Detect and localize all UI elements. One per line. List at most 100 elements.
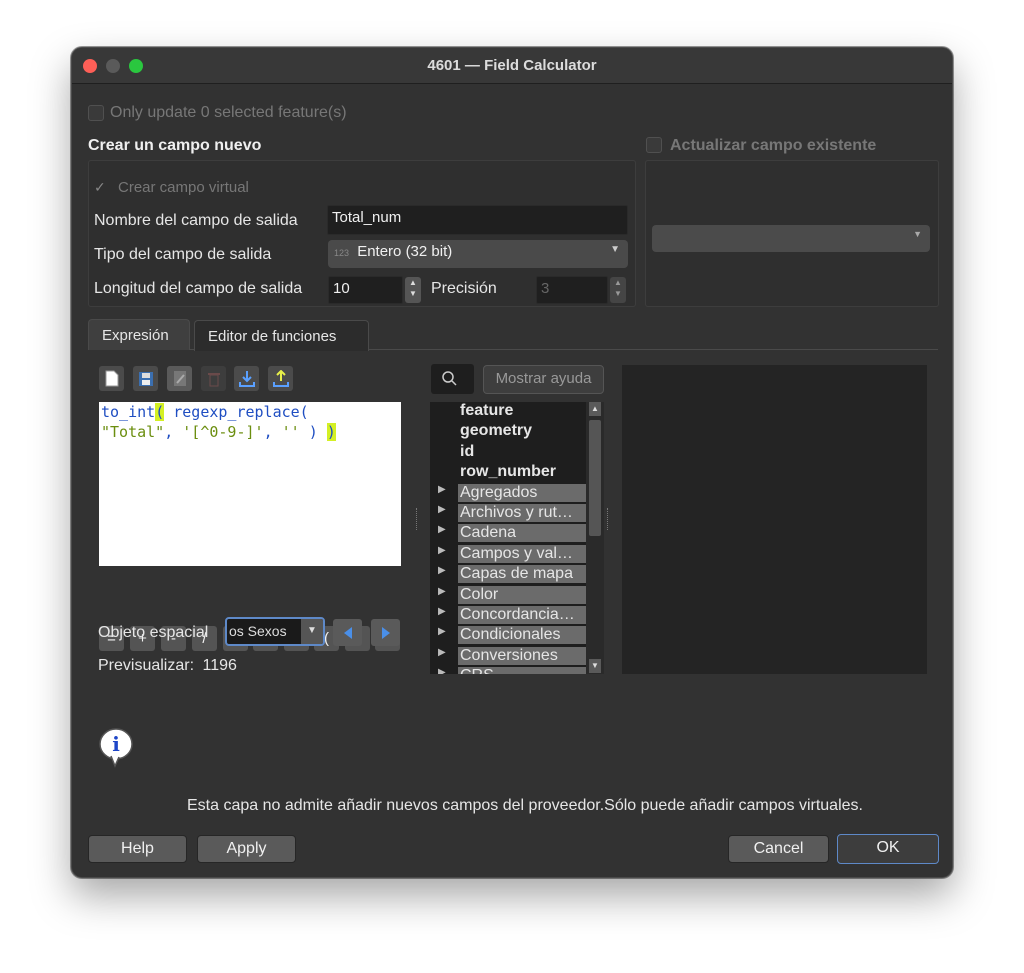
feature-select-value: os Sexos [229, 623, 287, 639]
chevron-down-icon: ▼ [610, 244, 620, 255]
scroll-down-arrow[interactable]: ▼ [589, 659, 601, 673]
expand-arrow-icon[interactable]: ▶ [438, 545, 446, 556]
tree-item-label: id [460, 442, 475, 460]
expand-arrow-icon[interactable]: ▶ [438, 565, 446, 576]
output-name-input[interactable]: Total_num [327, 205, 628, 235]
chevron-down-icon: ▼ [913, 229, 922, 239]
check-mark-icon: ✓ [94, 179, 106, 195]
tree-group-item[interactable]: ▶ Archivos y rut… [430, 504, 586, 524]
expand-arrow-icon[interactable]: ▶ [438, 626, 446, 637]
expand-arrow-icon[interactable]: ▶ [438, 484, 446, 495]
feature-label: Objeto espacial [98, 624, 209, 641]
help-panel [622, 365, 927, 674]
tree-group-item[interactable]: ▶ Color [430, 585, 586, 606]
output-length-label: Longitud del campo de salida [94, 280, 303, 297]
chevron-down-icon: ▼ [301, 619, 323, 644]
preview-label: Previsualizar: [98, 657, 195, 674]
svg-text:i: i [112, 732, 120, 756]
tree-group-item[interactable]: ▶ Cadena [430, 524, 586, 544]
tree-group-item[interactable]: ▶ CRS [430, 667, 586, 674]
tree-item-label: CRS [458, 667, 586, 674]
info-message: Esta capa no admite añadir nuevos campos… [187, 797, 863, 814]
export-icon[interactable] [268, 366, 293, 391]
expand-arrow-icon[interactable]: ▶ [438, 606, 446, 617]
tree-field-item[interactable]: feature [430, 402, 586, 422]
precision-spin-arrows[interactable]: ▲ ▼ [610, 277, 626, 303]
edit-icon[interactable] [167, 366, 192, 391]
expression-editor[interactable]: to_int( regexp_replace( "Total", '[^0-9-… [99, 402, 401, 566]
tree-item-label: Concordancia… [458, 606, 586, 624]
expression-line-2: "Total", '[^0-9-]', '' ) ) [101, 423, 336, 441]
virtual-field-label: Crear campo virtual [118, 179, 249, 196]
precision-label: Precisión [431, 280, 497, 297]
expand-arrow-icon[interactable]: ▶ [438, 667, 446, 674]
tree-group-item[interactable]: ▶ Concordancia… [430, 606, 586, 626]
tree-item-label: feature [460, 402, 514, 419]
tree-item-label: Campos y val… [458, 544, 586, 563]
feature-select[interactable]: os Sexos ▼ [225, 617, 325, 646]
show-help-button[interactable]: Mostrar ayuda [483, 365, 604, 394]
tab-expression[interactable]: Expresión [88, 319, 190, 350]
tree-item-label: Color [458, 585, 586, 604]
scroll-thumb[interactable] [589, 420, 601, 536]
delete-icon[interactable] [201, 366, 226, 391]
function-search-input[interactable] [431, 364, 474, 394]
only-update-selected-label: Only update 0 selected feature(s) [110, 104, 347, 121]
tree-group-item[interactable]: ▶ Agregados [430, 483, 586, 504]
tree-item-label: Cadena [458, 524, 586, 543]
existing-field-select[interactable]: ▼ [652, 225, 930, 252]
create-field-title: Crear un campo nuevo [88, 137, 262, 154]
tree-item-label: row_number [460, 463, 557, 481]
tree-item-label: Agregados [458, 483, 586, 502]
search-icon [442, 371, 457, 386]
expand-arrow-icon[interactable]: ▶ [438, 586, 446, 597]
tree-item-label: Conversiones [458, 646, 586, 665]
tree-field-item[interactable]: row_number [430, 463, 586, 483]
ok-button[interactable]: OK [837, 834, 939, 864]
next-feature-button[interactable] [371, 619, 400, 646]
tree-field-item[interactable]: id [430, 443, 586, 463]
output-length-input[interactable]: 10 [328, 276, 403, 304]
field-calculator-window: 4601 — Field Calculator Only update 0 se… [71, 47, 953, 878]
help-button[interactable]: Help [88, 835, 187, 863]
tree-item-label: geometry [460, 422, 533, 440]
expand-arrow-icon[interactable]: ▶ [438, 647, 446, 658]
apply-button[interactable]: Apply [197, 835, 296, 863]
length-spin-arrows[interactable]: ▲ ▼ [405, 277, 421, 303]
integer-type-icon: 123 [334, 248, 350, 258]
tree-field-item[interactable]: geometry [430, 422, 586, 442]
preview-row: Previsualizar: 1196 [98, 657, 237, 675]
update-existing-checkbox[interactable] [646, 137, 662, 153]
save-icon[interactable] [133, 366, 158, 391]
expression-line-1: to_int( regexp_replace( [101, 403, 309, 421]
tree-group-item[interactable]: ▶ Conversiones [430, 646, 586, 667]
output-type-select[interactable]: 123 Entero (32 bit) ▼ [328, 240, 628, 268]
update-existing-title: Actualizar campo existente [670, 137, 877, 154]
splitter-handle[interactable] [607, 508, 610, 530]
tree-scrollbar[interactable]: ▲ ▼ [586, 402, 604, 674]
output-type-label: Tipo del campo de salida [94, 246, 272, 263]
previous-feature-button[interactable] [333, 619, 362, 646]
new-file-icon[interactable] [99, 366, 124, 391]
only-update-selected-checkbox[interactable] [88, 105, 104, 121]
info-icon: i [97, 726, 137, 768]
cancel-button[interactable]: Cancel [728, 835, 829, 863]
tree-item-label: Condicionales [458, 626, 586, 645]
precision-input[interactable]: 3 [536, 276, 608, 304]
splitter-handle[interactable] [416, 508, 419, 530]
function-tree[interactable]: feature geometry id row_number ▶ Agregados ▶ Ar… [430, 402, 604, 674]
expand-arrow-icon[interactable]: ▶ [438, 504, 446, 515]
output-name-label: Nombre del campo de salida [94, 212, 298, 229]
preview-value: 1196 [202, 657, 237, 674]
import-icon[interactable] [234, 366, 259, 391]
window-title: 4601 — Field Calculator [427, 57, 597, 74]
tab-function-editor[interactable]: Editor de funciones [194, 320, 369, 351]
tree-item-label: Archivos y rut… [458, 504, 586, 522]
tree-group-item[interactable]: ▶ Capas de mapa [430, 565, 586, 585]
output-type-value: Entero (32 bit) [357, 243, 453, 260]
scroll-up-arrow[interactable]: ▲ [589, 402, 601, 416]
expand-arrow-icon[interactable]: ▶ [438, 524, 446, 535]
tree-group-item[interactable]: ▶ Condicionales [430, 626, 586, 646]
title-bar: 4601 — Field Calculator [72, 48, 952, 84]
tree-group-item[interactable]: ▶ Campos y val… [430, 544, 586, 565]
